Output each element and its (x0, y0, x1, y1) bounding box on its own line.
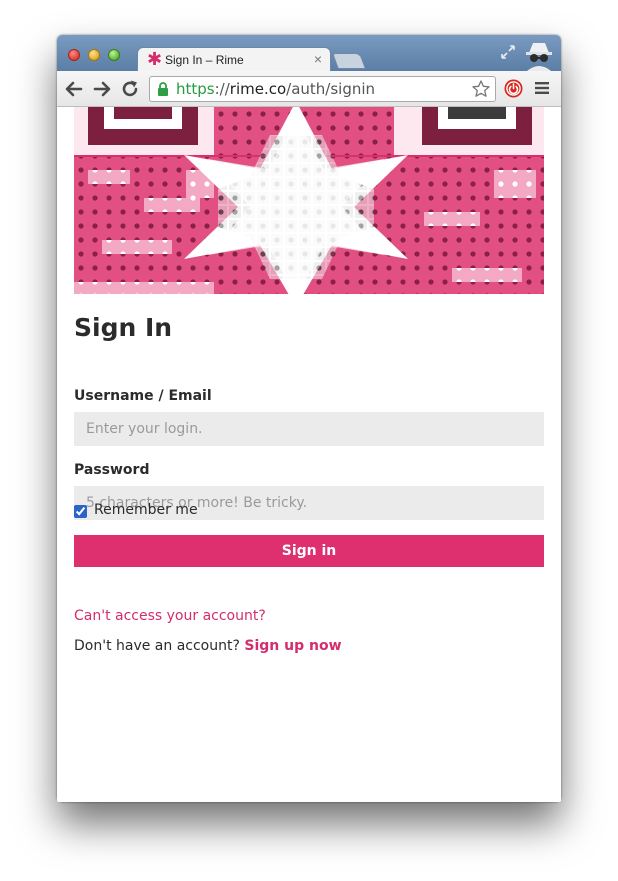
hamburger-menu-icon[interactable] (535, 81, 549, 95)
zoom-window-button[interactable] (108, 49, 120, 61)
new-tab-button[interactable] (332, 53, 366, 69)
sign-up-link[interactable]: Sign up now (244, 638, 341, 654)
no-account-text: Don't have an account? (74, 638, 240, 654)
url-text: https://rime.co/auth/signin (176, 80, 375, 98)
url-separator: :// (214, 80, 230, 98)
fullscreen-restore-icon[interactable] (499, 43, 517, 61)
password-label: Password (74, 462, 150, 478)
username-input[interactable] (74, 412, 544, 446)
tab-close-icon[interactable]: × (314, 51, 322, 67)
page-title: Sign In (74, 313, 173, 342)
page-content: Sign In Username / Email Password Rememb… (57, 107, 561, 802)
back-arrow-icon[interactable] (63, 78, 85, 100)
remember-me-label[interactable]: Remember me (94, 502, 198, 518)
star-icon[interactable] (471, 79, 491, 99)
url-scheme: https (176, 80, 215, 98)
close-window-button[interactable] (68, 49, 80, 61)
minimize-window-button[interactable] (88, 49, 100, 61)
rime-favicon-icon: ✱ (147, 49, 163, 70)
sign-in-button[interactable]: Sign in (74, 535, 544, 567)
incognito-icon (526, 43, 552, 71)
power-icon[interactable] (504, 79, 523, 98)
url-path: /auth/signin (286, 80, 376, 98)
rime-hero-banner (74, 107, 544, 294)
username-label: Username / Email (74, 388, 212, 404)
signup-prompt: Don't have an account? Sign up now (74, 638, 342, 654)
title-bar: ✱ Sign In – Rime × (57, 35, 561, 72)
tab-title: Sign In – Rime (165, 53, 244, 67)
browser-toolbar: https://rime.co/auth/signin (57, 71, 561, 107)
address-bar[interactable]: https://rime.co/auth/signin (149, 76, 496, 102)
remember-me-checkbox[interactable] (74, 505, 87, 518)
forgot-account-link[interactable]: Can't access your account? (74, 608, 266, 624)
browser-window: ✱ Sign In – Rime × https://rime.co/auth/… (57, 35, 561, 802)
lock-icon (158, 82, 168, 96)
forward-arrow-icon[interactable] (91, 78, 113, 100)
reload-icon[interactable] (119, 78, 141, 100)
tab-active[interactable]: ✱ Sign In – Rime × (137, 47, 331, 72)
url-host: rime.co (229, 80, 287, 98)
